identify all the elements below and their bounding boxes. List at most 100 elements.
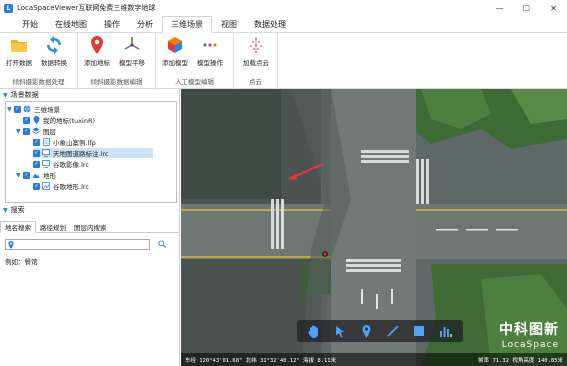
search-input[interactable] xyxy=(16,241,149,248)
terrain-file-icon xyxy=(42,182,50,190)
ribbon-group-oblique-edit: 添加地标 模型平移 倾斜摄影数据编辑 xyxy=(78,33,156,89)
tree-item-label: 谷歌影像.lrc xyxy=(53,161,89,169)
expand-arrow-icon[interactable]: ▼ xyxy=(7,106,14,113)
close-button[interactable]: ✕ xyxy=(540,0,567,16)
globe-icon xyxy=(23,105,31,113)
line-icon[interactable] xyxy=(385,323,401,339)
checkbox-checked[interactable]: ✓ xyxy=(33,149,40,157)
checkbox-checked[interactable]: ✓ xyxy=(33,160,40,168)
scene-panel-header[interactable]: ▼ 场景数据 xyxy=(0,90,39,100)
add-placemark-button[interactable]: 添加地标 xyxy=(80,36,114,67)
tree-item-terrain[interactable]: ▼ ✓ 地形 xyxy=(16,170,56,180)
tree-item-tianditu-road[interactable]: ✓ 天地图道路标注.lrc xyxy=(33,148,153,158)
tree-item-label: 我的地标(tuxinR) xyxy=(43,117,96,125)
app-logo-icon: L xyxy=(4,3,13,13)
scene-panel-title: 场景数据 xyxy=(10,91,39,99)
hand-icon[interactable] xyxy=(306,323,322,339)
maximize-button[interactable]: ☐ xyxy=(513,0,540,16)
menu-tab-operate[interactable]: 操作 xyxy=(96,16,128,32)
monitor-icon xyxy=(42,160,50,168)
minimize-button[interactable]: — xyxy=(486,0,513,16)
map-toolbar xyxy=(297,320,463,342)
menu-tab-analysis[interactable]: 分析 xyxy=(129,16,161,32)
search-input-box[interactable] xyxy=(5,239,150,250)
search-tabs: 地名搜索 路径规划 图层内搜索 xyxy=(0,221,180,233)
cube-icon xyxy=(166,36,184,54)
tree-item-xiaoxiangshan[interactable]: ✓ 小象山案例.lfp xyxy=(33,137,96,147)
checkbox-checked[interactable]: ✓ xyxy=(23,116,30,124)
model-translate-button[interactable]: 模型平移 xyxy=(115,36,149,67)
add-model-button[interactable]: 添加模型 xyxy=(158,36,192,67)
placemark-icon xyxy=(88,36,106,54)
tree-item-google-imagery[interactable]: ✓ 谷歌影像.lrc xyxy=(33,159,89,169)
collapse-triangle-icon: ▼ xyxy=(3,206,8,214)
tree-item-3d-scene[interactable]: ▼ ✓ 三维场景 xyxy=(7,104,60,114)
ribbon-group-label: 倾斜摄影数据编辑 xyxy=(90,78,143,86)
menu-tab-online-map[interactable]: 在线地图 xyxy=(47,16,95,32)
file-icon xyxy=(42,138,50,146)
tab-place-search[interactable]: 地名搜索 xyxy=(0,221,36,233)
expand-arrow-icon[interactable]: ▼ xyxy=(16,172,23,179)
model-operate-icon xyxy=(201,36,219,54)
search-panel-header[interactable]: ▼ 搜索 xyxy=(0,205,25,215)
view-readout: 帧率 71.32 视角高度 140.85米 xyxy=(478,357,563,364)
menu-bar: 开始 在线地图 操作 分析 三维场景 视图 数据处理 xyxy=(0,16,567,33)
pointer-icon[interactable] xyxy=(332,323,348,339)
chart-icon[interactable] xyxy=(438,323,454,339)
tree-item-label: 小象山案例.lfp xyxy=(53,139,96,147)
model-operate-button[interactable]: 模型操作 xyxy=(193,36,227,67)
tree-item-label: 图层 xyxy=(43,128,56,136)
checkbox-checked[interactable]: ✓ xyxy=(23,171,30,179)
window-controls: — ☐ ✕ xyxy=(486,0,567,16)
map-viewport[interactable]: 中科图新 LocaSpace 东经 120°43'01.68" 北纬 31°32… xyxy=(181,89,567,366)
rectangle-icon[interactable] xyxy=(411,323,427,339)
brand-name-en: LocaSpace xyxy=(501,340,559,350)
placemark-icon[interactable] xyxy=(359,323,375,339)
location-pin-icon xyxy=(8,240,14,249)
checkbox-checked[interactable]: ✓ xyxy=(33,182,40,190)
tree-item-label: 地形 xyxy=(43,172,56,180)
tree-item-layers[interactable]: ▼ ✓ 图层 xyxy=(16,126,56,136)
brand-watermark: 中科图新 LocaSpace xyxy=(499,319,559,350)
menu-tab-view[interactable]: 视图 xyxy=(213,16,245,32)
terrain-icon xyxy=(32,171,40,179)
placemark-icon xyxy=(32,116,40,124)
search-button[interactable] xyxy=(156,239,168,250)
pointcloud-icon xyxy=(247,36,265,54)
tree-item-label: 天地图道路标注.lrc xyxy=(53,150,109,158)
open-data-button[interactable]: 打开数据 xyxy=(2,36,36,67)
brand-name-cn: 中科图新 xyxy=(499,322,559,338)
tab-layer-search[interactable]: 图层内搜索 xyxy=(70,221,111,233)
checkbox-checked[interactable]: ✓ xyxy=(23,127,30,135)
ribbon-group-label: 点云 xyxy=(249,78,262,86)
search-example: 例如：餐馆 xyxy=(5,258,38,266)
move-model-icon xyxy=(123,36,141,54)
title-bar: L LocaSpaceViewer互联网免费三维数字地球 — ☐ ✕ xyxy=(0,0,567,16)
ribbon-group-pointcloud: 加载点云 点云 xyxy=(234,33,278,89)
checkbox-checked[interactable]: ✓ xyxy=(33,138,40,146)
menu-tab-start[interactable]: 开始 xyxy=(14,16,46,32)
expand-arrow-icon[interactable]: ▼ xyxy=(16,128,23,135)
checkbox-checked[interactable]: ✓ xyxy=(14,105,21,113)
convert-data-button[interactable]: 数据转换 xyxy=(37,36,71,67)
ribbon-group-label: 倾斜摄影数据处理 xyxy=(12,78,65,86)
tree-item-google-terrain[interactable]: ✓ 谷歌地形.lrc xyxy=(33,181,89,191)
window-title: LocaSpaceViewer互联网免费三维数字地球 xyxy=(17,4,156,12)
ribbon-group-label: 人工模型编辑 xyxy=(175,78,214,86)
menu-tab-3d-scene[interactable]: 三维场景 xyxy=(162,16,212,33)
status-bar: 东经 120°43'01.68" 北纬 31°32'40.12" 海拔 8.11… xyxy=(181,353,567,366)
ribbon: 打开数据 数据转换 倾斜摄影数据处理 添加地标 模型平移 倾斜摄影数据编辑 添加… xyxy=(0,33,567,89)
tree-item-label: 谷歌地形.lrc xyxy=(53,183,89,191)
scene-tree: ▼ ✓ 三维场景 ✓ 我的地标(tuxinR) ▼ ✓ 图层 ✓ 小象山案例.l… xyxy=(5,101,177,203)
load-pointcloud-button[interactable]: 加载点云 xyxy=(239,36,273,67)
tree-item-my-placemarks[interactable]: ✓ 我的地标(tuxinR) xyxy=(16,115,95,125)
collapse-triangle-icon: ▼ xyxy=(3,91,8,99)
menu-tab-data-processing[interactable]: 数据处理 xyxy=(246,16,294,32)
convert-icon xyxy=(45,36,63,54)
monitor-icon xyxy=(42,149,50,157)
search-panel-title: 搜索 xyxy=(10,206,25,214)
tab-route-planning[interactable]: 路径规划 xyxy=(36,221,70,233)
ribbon-group-oblique-processing: 打开数据 数据转换 倾斜摄影数据处理 xyxy=(0,33,78,89)
layers-icon xyxy=(32,127,40,135)
tree-item-label: 三维场景 xyxy=(34,106,60,114)
